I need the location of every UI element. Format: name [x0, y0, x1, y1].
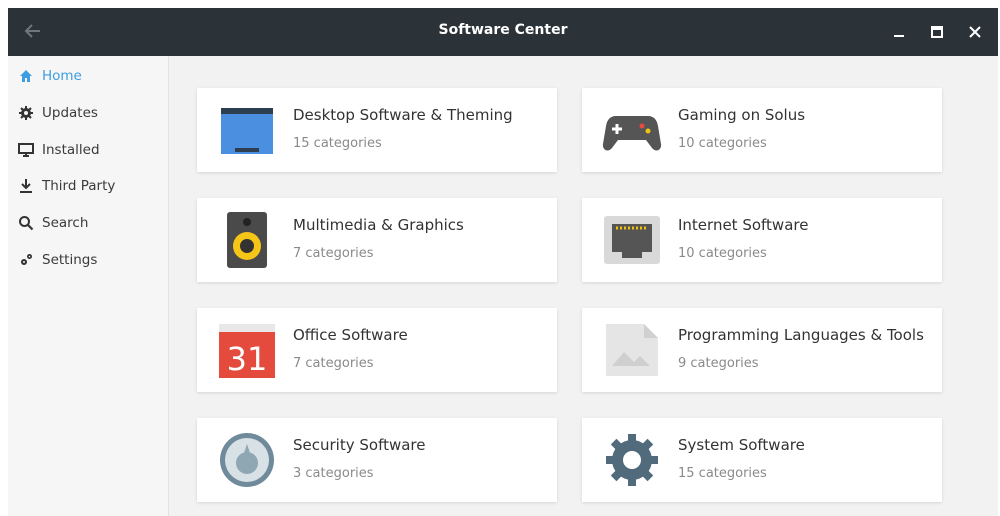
- category-card-programming[interactable]: Programming Languages & Tools 9 categori…: [582, 308, 942, 392]
- category-card-multimedia[interactable]: Multimedia & Graphics 7 categories: [197, 198, 557, 282]
- maximize-icon[interactable]: [926, 21, 948, 43]
- sidebar-item-label: Settings: [42, 252, 98, 268]
- category-card-gaming[interactable]: Gaming on Solus 10 categories: [582, 88, 942, 172]
- category-card-system[interactable]: System Software 15 categories: [582, 418, 942, 502]
- calendar-day-text: 31: [227, 340, 268, 378]
- desktop-folder-icon: [217, 102, 277, 158]
- category-name: Gaming on Solus: [678, 106, 806, 124]
- category-name: Programming Languages & Tools: [678, 326, 924, 344]
- category-card-office[interactable]: 31 Office Software 7 categories: [197, 308, 557, 392]
- minimize-icon[interactable]: [888, 21, 910, 43]
- speaker-icon: [217, 212, 277, 268]
- sidebar-item-label: Home: [42, 68, 82, 84]
- category-count: 15 categories: [678, 466, 767, 481]
- calendar-icon: 31: [217, 322, 277, 378]
- sidebar-item-home[interactable]: Home: [8, 62, 168, 92]
- category-name: System Software: [678, 436, 805, 454]
- category-card-desktop[interactable]: Desktop Software & Theming 15 categories: [197, 88, 557, 172]
- sidebar-item-label: Third Party: [42, 178, 116, 194]
- cogs-icon: [18, 252, 34, 268]
- category-name: Desktop Software & Theming: [293, 106, 513, 124]
- category-count: 7 categories: [293, 246, 374, 261]
- app-window: Software Center Home Updates Installed T…: [8, 8, 998, 516]
- gear-icon: [602, 432, 662, 488]
- gear-icon: [18, 105, 34, 121]
- category-card-internet[interactable]: Internet Software 10 categories: [582, 198, 942, 282]
- category-name: Office Software: [293, 326, 408, 344]
- category-count: 10 categories: [678, 246, 767, 261]
- sidebar-item-settings[interactable]: Settings: [8, 246, 168, 276]
- titlebar: Software Center: [8, 8, 998, 56]
- network-port-icon: [602, 212, 662, 268]
- category-count: 3 categories: [293, 466, 374, 481]
- sidebar-item-label: Installed: [42, 142, 100, 158]
- category-name: Multimedia & Graphics: [293, 216, 464, 234]
- close-icon[interactable]: [964, 21, 986, 43]
- category-name: Security Software: [293, 436, 426, 454]
- sidebar-item-installed[interactable]: Installed: [8, 136, 168, 166]
- sidebar: Home Updates Installed Third Party Searc…: [8, 56, 169, 516]
- monitor-icon: [18, 142, 34, 158]
- document-icon: [602, 322, 662, 378]
- sidebar-item-third-party[interactable]: Third Party: [8, 172, 168, 202]
- security-shield-icon: [217, 432, 277, 488]
- sidebar-item-search[interactable]: Search: [8, 209, 168, 239]
- category-grid: Desktop Software & Theming 15 categories…: [169, 56, 998, 516]
- download-icon: [18, 178, 34, 194]
- sidebar-item-label: Search: [42, 215, 89, 231]
- gamepad-icon: [602, 102, 662, 158]
- category-card-security[interactable]: Security Software 3 categories: [197, 418, 557, 502]
- category-count: 7 categories: [293, 356, 374, 371]
- sidebar-item-label: Updates: [42, 105, 98, 121]
- search-icon: [18, 215, 34, 231]
- category-count: 10 categories: [678, 136, 767, 151]
- category-name: Internet Software: [678, 216, 809, 234]
- category-count: 15 categories: [293, 136, 382, 151]
- home-icon: [18, 68, 34, 84]
- category-count: 9 categories: [678, 356, 759, 371]
- window-title: Software Center: [438, 22, 568, 38]
- sidebar-item-updates[interactable]: Updates: [8, 99, 168, 129]
